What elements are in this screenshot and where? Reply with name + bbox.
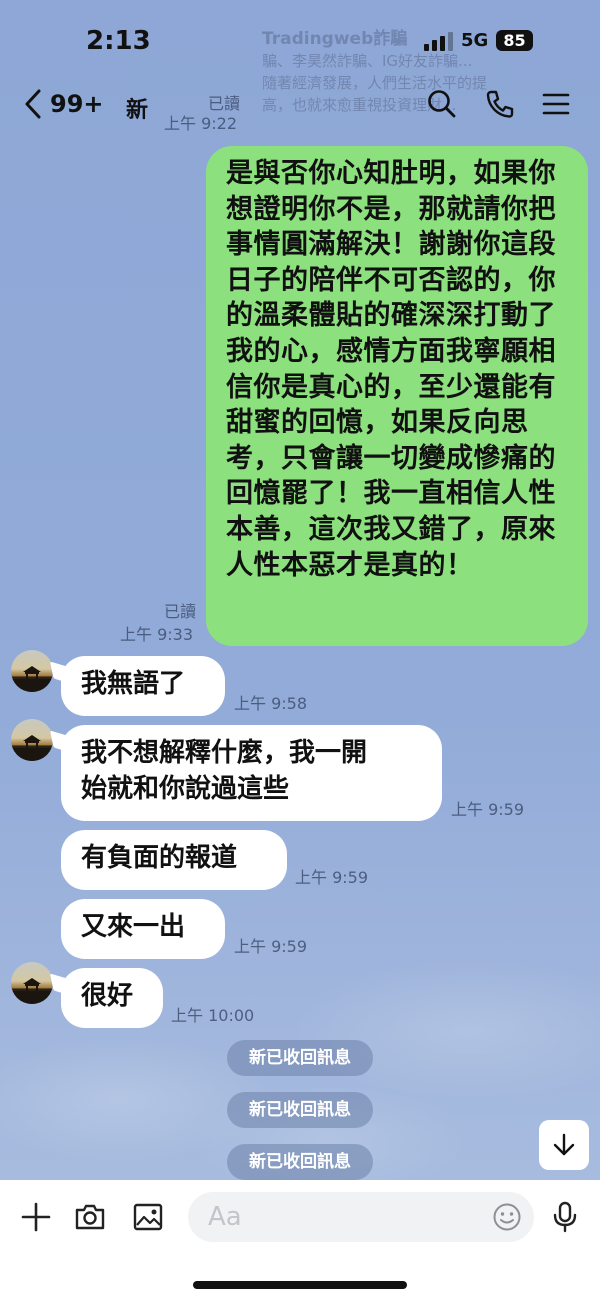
network-type: 5G — [461, 30, 489, 51]
avatar[interactable] — [11, 650, 53, 692]
chevron-left-icon — [25, 89, 41, 119]
read-receipt: 已讀 — [164, 602, 197, 621]
message-time: 上午 9:59 — [234, 937, 308, 956]
incoming-message-bubble[interactable]: 我無語了 — [61, 656, 225, 716]
back-button[interactable]: 99+ — [22, 88, 104, 120]
chat-title: 新 — [126, 98, 149, 123]
recalled-message-notice: 新已收回訊息 — [227, 1092, 373, 1128]
incoming-message-text: 我無語了 — [81, 669, 186, 699]
signal-icon — [424, 31, 453, 51]
incoming-message-text: 有負面的報道 — [81, 843, 238, 873]
message-time: 上午 10:00 — [171, 1006, 255, 1025]
message-time: 上午 9:22 — [164, 114, 238, 133]
incoming-message-bubble[interactable]: 又來一出 — [61, 899, 225, 959]
incoming-message-text: 我不想解釋什麼，我一開 — [81, 738, 368, 768]
incoming-message-text: 又來一出 — [81, 912, 186, 942]
incoming-message-bubble[interactable]: 很好 — [61, 968, 163, 1028]
recalled-message-notice: 新已收回訊息 — [227, 1144, 373, 1180]
plus-icon[interactable] — [19, 1200, 53, 1234]
pavilion-silhouette-icon — [11, 666, 53, 692]
search-icon[interactable] — [426, 88, 458, 120]
battery-level: 85 — [496, 30, 533, 51]
microphone-icon[interactable] — [548, 1200, 582, 1234]
image-icon[interactable] — [131, 1200, 165, 1234]
menu-icon[interactable] — [540, 88, 572, 120]
incoming-message-bubble[interactable]: 我不想解釋什麼，我一開 始就和你說過這些 — [61, 725, 442, 821]
message-input[interactable] — [188, 1192, 534, 1242]
incoming-message-bubble[interactable]: 有負面的報道 — [61, 830, 287, 890]
emoji-icon[interactable] — [492, 1202, 522, 1232]
banner-line: 隨著經濟發展，人們生活水平的提 — [262, 74, 488, 92]
message-time: 上午 9:58 — [234, 694, 308, 713]
banner-line: 騙、李昊然詐騙、IG好友詐騙... — [262, 52, 473, 70]
avatar[interactable] — [11, 719, 53, 761]
scroll-to-bottom-button[interactable] — [539, 1120, 589, 1170]
pavilion-silhouette-icon — [11, 978, 53, 1004]
message-time: 上午 9:33 — [120, 625, 194, 644]
camera-icon[interactable] — [73, 1200, 107, 1234]
arrow-down-icon — [553, 1133, 575, 1156]
banner-line: 高，也就來愈重視投資理財... — [262, 96, 457, 114]
incoming-message-text: 很好 — [81, 981, 134, 1011]
recalled-message-notice: 新已收回訊息 — [227, 1040, 373, 1076]
home-indicator[interactable] — [193, 1281, 407, 1289]
unread-count: 99+ — [50, 90, 104, 118]
status-time: 2:13 — [86, 26, 151, 56]
incoming-message-text: 始就和你說過這些 — [81, 774, 290, 804]
avatar[interactable] — [11, 962, 53, 1004]
outgoing-message-bubble[interactable]: 是與否你心知肚明，如果你想證明你不是，那就請你把事情圓滿解決！謝謝你這段日子的陪… — [206, 146, 588, 646]
message-time: 上午 9:59 — [451, 800, 525, 819]
message-time: 上午 9:59 — [295, 868, 369, 887]
status-indicators: 5G 85 — [424, 30, 533, 51]
phone-icon[interactable] — [484, 88, 516, 120]
outgoing-message-text: 是與否你心知肚明，如果你想證明你不是，那就請你把事情圓滿解決！謝謝你這段日子的陪… — [226, 158, 556, 581]
pavilion-silhouette-icon — [11, 735, 53, 761]
